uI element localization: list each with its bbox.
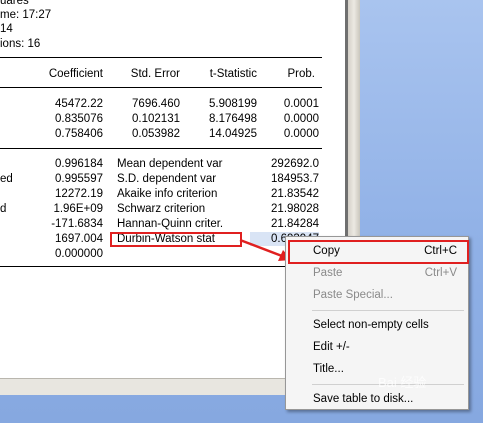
stat-right-value: 21.84284 bbox=[271, 218, 319, 230]
prob-cell: 0.0000 bbox=[283, 113, 319, 125]
menu-item-label: Paste bbox=[313, 267, 343, 279]
t-cell: 5.908199 bbox=[209, 98, 257, 110]
menu-item-edit[interactable]: Edit +/- bbox=[287, 336, 467, 358]
menu-item-label: Edit +/- bbox=[313, 341, 350, 353]
copy-highlight-box bbox=[288, 240, 469, 264]
watermark-text: Bai 经验 bbox=[378, 375, 427, 390]
stat-right-value: 292692.0 bbox=[271, 158, 319, 170]
stat-left-value: 0.995597 bbox=[55, 173, 103, 185]
col-header-coefficient: Coefficient bbox=[48, 68, 103, 80]
header-sample-line: 14 bbox=[0, 23, 13, 35]
t-cell: 14.04925 bbox=[209, 128, 257, 140]
menu-item-paste[interactable]: Paste Ctrl+V bbox=[287, 262, 467, 284]
stat-left-value: 1697.004 bbox=[55, 233, 103, 245]
header-obs-line: ions: 16 bbox=[0, 38, 41, 50]
stat-right-label: Mean dependent var bbox=[117, 158, 223, 170]
stat-right-value: 21.83542 bbox=[271, 188, 319, 200]
menu-item-paste-special[interactable]: Paste Special... bbox=[287, 284, 467, 306]
menu-item-label: Select non-empty cells bbox=[313, 319, 429, 331]
table-bottom-rule bbox=[0, 266, 322, 267]
stat-left-value: -171.6834 bbox=[51, 218, 103, 230]
menu-item-label: Save table to disk... bbox=[313, 393, 414, 405]
menu-item-shortcut: Ctrl+V bbox=[424, 267, 457, 279]
prob-cell: 0.0001 bbox=[283, 98, 319, 110]
menu-item-title[interactable]: Title... bbox=[287, 358, 467, 380]
coef-cell: 0.835076 bbox=[55, 113, 103, 125]
se-cell: 7696.460 bbox=[132, 98, 180, 110]
stat-left-value: 1.96E+09 bbox=[53, 203, 103, 215]
stat-left-label: d bbox=[0, 203, 7, 215]
header-time-line: me: 17:27 bbox=[0, 9, 52, 21]
header-rule bbox=[0, 87, 322, 88]
stat-left-value: 0.000000 bbox=[55, 248, 103, 260]
header-method-line: uares bbox=[0, 0, 29, 7]
stat-left-label: ed bbox=[0, 173, 13, 185]
menu-item-select-non-empty[interactable]: Select non-empty cells bbox=[287, 314, 467, 336]
table-top-rule bbox=[0, 57, 322, 58]
stat-right-label: S.D. dependent var bbox=[117, 173, 217, 185]
se-cell: 0.053982 bbox=[132, 128, 180, 140]
stat-right-label: Akaike info criterion bbox=[117, 188, 218, 200]
stat-left-value: 12272.19 bbox=[55, 188, 103, 200]
col-header-t-statistic: t-Statistic bbox=[209, 68, 257, 80]
stat-right-value: 21.98028 bbox=[271, 203, 319, 215]
durbin-watson-highlight-box bbox=[110, 232, 242, 247]
stats-rule bbox=[0, 148, 322, 149]
stat-right-label: Hannan-Quinn criter. bbox=[117, 218, 224, 230]
menu-item-save-table[interactable]: Save table to disk... bbox=[287, 388, 467, 410]
se-cell: 0.102131 bbox=[132, 113, 180, 125]
menu-item-label: Title... bbox=[313, 363, 344, 375]
t-cell: 8.176498 bbox=[209, 113, 257, 125]
coef-cell: 0.758406 bbox=[55, 128, 103, 140]
stat-right-label: Schwarz criterion bbox=[117, 203, 206, 215]
stat-left-value: 0.996184 bbox=[55, 158, 103, 170]
col-header-std-error: Std. Error bbox=[130, 68, 180, 80]
prob-cell: 0.0000 bbox=[283, 128, 319, 140]
stat-right-value: 184953.7 bbox=[271, 173, 319, 185]
menu-item-label: Paste Special... bbox=[313, 289, 393, 301]
col-header-prob: Prob. bbox=[287, 68, 316, 80]
coef-cell: 45472.22 bbox=[55, 98, 103, 110]
menu-separator bbox=[312, 310, 464, 311]
